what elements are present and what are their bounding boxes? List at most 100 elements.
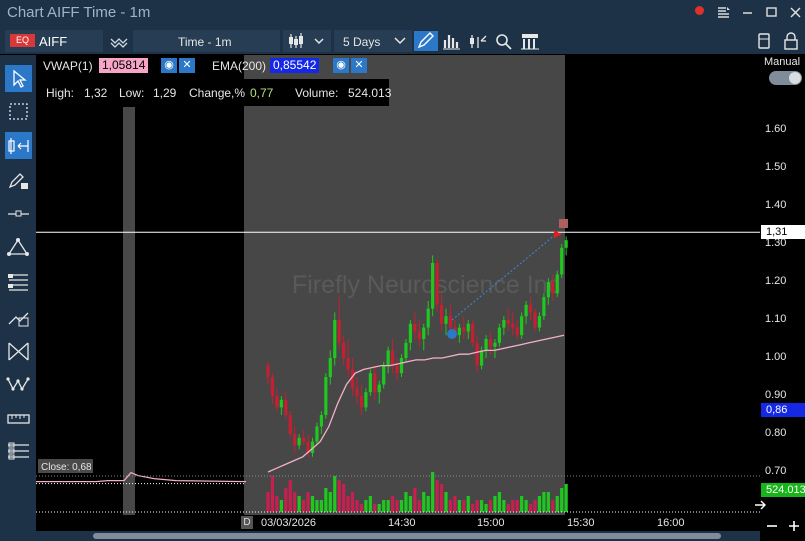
price-chart[interactable]: Firefly Neuroscience Inc Close: 0,68 VWAP… xyxy=(36,55,760,515)
watermark-text: Firefly Neuroscience Inc xyxy=(292,271,560,299)
range-measure-icon xyxy=(8,138,29,154)
manual-scale-toggle[interactable] xyxy=(769,71,802,85)
horizontal-scrollbar[interactable] xyxy=(36,531,760,541)
wave-pattern-icon xyxy=(6,377,30,391)
menu-icon[interactable] xyxy=(716,3,732,21)
scrollbar-thumb[interactable] xyxy=(93,533,721,539)
projection-tool[interactable] xyxy=(5,304,32,331)
candle-body xyxy=(404,342,408,358)
ema-value: 0,85542 xyxy=(270,58,320,73)
compare-icon[interactable] xyxy=(107,31,131,51)
candle-body xyxy=(324,377,328,415)
gann-fan-tool[interactable] xyxy=(5,338,32,365)
ruler-tool[interactable] xyxy=(5,405,32,432)
volume-bar xyxy=(439,484,444,512)
timeframe-label: Time - 1m xyxy=(178,35,232,49)
horizontal-line-tool[interactable] xyxy=(5,200,32,227)
vwap-visibility-eye-icon[interactable]: ◉ xyxy=(161,58,177,73)
candle-body xyxy=(435,263,439,305)
candle-body xyxy=(333,320,337,358)
volume-bar xyxy=(520,496,524,512)
candle-body xyxy=(546,282,550,298)
volume-bar xyxy=(315,500,319,512)
zoom-select-tool[interactable] xyxy=(5,98,32,125)
close-label: Close: 0,68 xyxy=(41,462,92,473)
candle-body xyxy=(386,350,390,366)
candle-body xyxy=(368,373,372,393)
volume-bar xyxy=(342,484,346,512)
measure-tool[interactable] xyxy=(5,132,32,159)
candle-body xyxy=(462,327,466,332)
close-icon[interactable] xyxy=(788,3,804,21)
volume-bar xyxy=(328,492,332,512)
chart-settings-icon[interactable] xyxy=(518,31,542,51)
vwap-remove-close-icon[interactable]: ✕ xyxy=(179,58,195,73)
candle-body xyxy=(364,392,368,408)
volume-bar xyxy=(373,504,377,512)
time-axis[interactable]: D 03/03/2026 14:30 15:00 15:30 16:00 xyxy=(36,515,760,531)
timeframe-selector[interactable]: Time - 1m xyxy=(133,30,280,52)
candle-body xyxy=(444,316,448,324)
template-tool[interactable] xyxy=(5,438,32,465)
time-tick: 15:00 xyxy=(477,517,505,529)
volume-bar xyxy=(297,496,301,512)
day-marker: D xyxy=(241,516,253,529)
maximize-icon[interactable] xyxy=(764,3,780,21)
save-layout-icon[interactable] xyxy=(752,31,776,51)
zoom-out-icon[interactable] xyxy=(765,519,779,536)
chart-type-selector[interactable] xyxy=(283,30,331,52)
volume-bar xyxy=(515,500,519,512)
volume-bar xyxy=(435,480,439,512)
time-tick: 15:30 xyxy=(567,517,595,529)
candle-body xyxy=(528,304,533,313)
candle-body xyxy=(399,358,404,374)
candle-body xyxy=(422,327,426,339)
record-dot-icon[interactable] xyxy=(695,6,704,15)
candle-body xyxy=(346,358,350,370)
premarket-vwap-line xyxy=(36,471,247,483)
draw-pencil-icon[interactable] xyxy=(414,31,438,51)
ema-label: EMA(200) xyxy=(212,59,267,73)
range-selector[interactable]: 5 Days xyxy=(334,30,412,52)
triangle-tool[interactable] xyxy=(5,234,32,261)
volume-bar xyxy=(279,500,283,512)
ema-remove-close-icon[interactable]: ✕ xyxy=(351,58,367,73)
volume-bar xyxy=(462,500,466,512)
candle-body xyxy=(551,282,555,294)
cursor-tool[interactable] xyxy=(5,65,32,92)
candle-body xyxy=(302,437,306,442)
title-bar: Chart AIFF Time - 1m xyxy=(0,0,805,27)
zoom-in-icon[interactable] xyxy=(787,519,801,536)
candle-body xyxy=(542,297,546,317)
ema-visibility-eye-icon[interactable]: ◉ xyxy=(333,58,349,73)
elliott-wave-tool[interactable] xyxy=(5,371,32,398)
search-icon[interactable] xyxy=(492,31,516,51)
horizontal-line-icon xyxy=(8,210,29,217)
candle-body xyxy=(288,415,292,434)
bar-indicator-icon[interactable] xyxy=(440,31,464,51)
candle-body xyxy=(520,316,524,336)
pencil-lock-tool[interactable] xyxy=(5,167,32,194)
account-lock-icon[interactable] xyxy=(779,31,803,51)
symbol-selector[interactable]: EQ AIFF xyxy=(5,30,103,52)
price-tick-label: 0.80 xyxy=(765,427,787,439)
fibonacci-tool[interactable] xyxy=(5,269,32,296)
volume-bar xyxy=(324,488,328,512)
volume-bar xyxy=(413,488,417,512)
volume-bar xyxy=(377,504,381,512)
volume-bar xyxy=(546,492,550,512)
volume-bar xyxy=(542,492,546,512)
scroll-right-icon[interactable] xyxy=(754,499,768,513)
candle-body xyxy=(315,426,319,442)
candle-body xyxy=(266,365,270,377)
candle-body xyxy=(555,274,559,294)
minimize-icon[interactable] xyxy=(740,3,756,21)
volume-bar xyxy=(275,496,279,512)
volume-bar xyxy=(350,492,355,512)
candle-body xyxy=(426,308,430,328)
chart-canvas[interactable]: Firefly Neuroscience Inc Close: 0,68 xyxy=(36,55,760,515)
price-level-icon[interactable] xyxy=(466,31,490,51)
price-tick-label: 1.20 xyxy=(765,275,787,287)
price-axis[interactable]: Manual 1.60 1.50 1.40 1.30 1.20 1.10 1.00 0.90 0… xyxy=(755,55,805,515)
high-value: 1,32 xyxy=(84,86,108,100)
